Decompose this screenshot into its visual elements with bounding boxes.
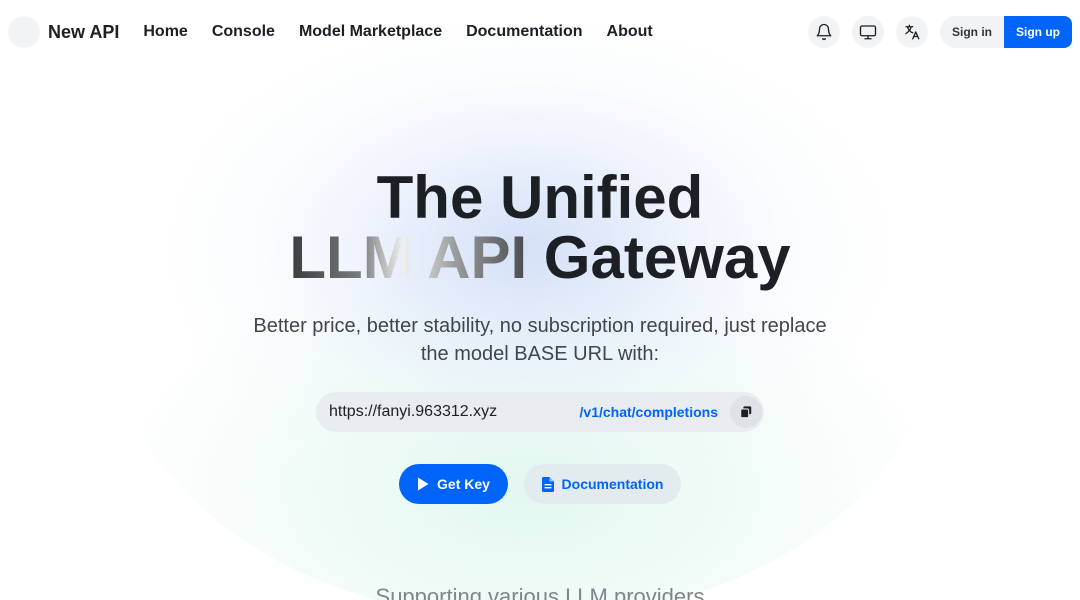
document-icon [541, 476, 554, 492]
hero-title-line1: The Unified [376, 164, 704, 231]
translate-icon [905, 24, 920, 40]
copy-url-button[interactable] [730, 396, 762, 428]
bell-icon [816, 23, 832, 41]
language-button[interactable] [896, 16, 928, 48]
get-key-label: Get Key [437, 476, 490, 492]
endpoint-path[interactable]: /v1/chat/completions [580, 404, 718, 420]
auth-buttons: Sign in Sign up [940, 16, 1072, 48]
nav-home[interactable]: Home [143, 23, 187, 41]
brand-name[interactable]: New API [48, 22, 119, 43]
main-nav: Home Console Model Marketplace Documenta… [143, 23, 652, 41]
nav-model-marketplace[interactable]: Model Marketplace [299, 23, 442, 41]
monitor-icon [859, 25, 877, 40]
hero-title-highlight: LLM API [289, 224, 528, 291]
top-nav-bar: New API Home Console Model Marketplace D… [0, 0, 1080, 64]
nav-console[interactable]: Console [212, 23, 275, 41]
play-icon [418, 477, 429, 491]
nav-about[interactable]: About [607, 23, 653, 41]
hero-subtitle: Better price, better stability, no subsc… [253, 315, 827, 365]
theme-button[interactable] [852, 16, 884, 48]
sign-in-button[interactable]: Sign in [940, 16, 1004, 48]
background-glow [110, 20, 940, 600]
notifications-button[interactable] [808, 16, 840, 48]
documentation-button[interactable]: Documentation [524, 464, 681, 504]
copy-icon [740, 406, 752, 419]
logo-icon[interactable] [8, 16, 40, 48]
nav-documentation[interactable]: Documentation [466, 23, 582, 41]
base-url-text[interactable]: https://fanyi.963312.xyz [329, 403, 580, 421]
hero-title-rest: Gateway [527, 224, 791, 291]
get-key-button[interactable]: Get Key [399, 464, 508, 504]
base-url-box: https://fanyi.963312.xyz /v1/chat/comple… [316, 392, 764, 432]
providers-heading: Supporting various LLM providers [375, 584, 705, 600]
documentation-label: Documentation [561, 476, 664, 492]
hero-title-line2: LLM API Gateway [0, 228, 1080, 288]
sign-up-button[interactable]: Sign up [1004, 16, 1072, 48]
